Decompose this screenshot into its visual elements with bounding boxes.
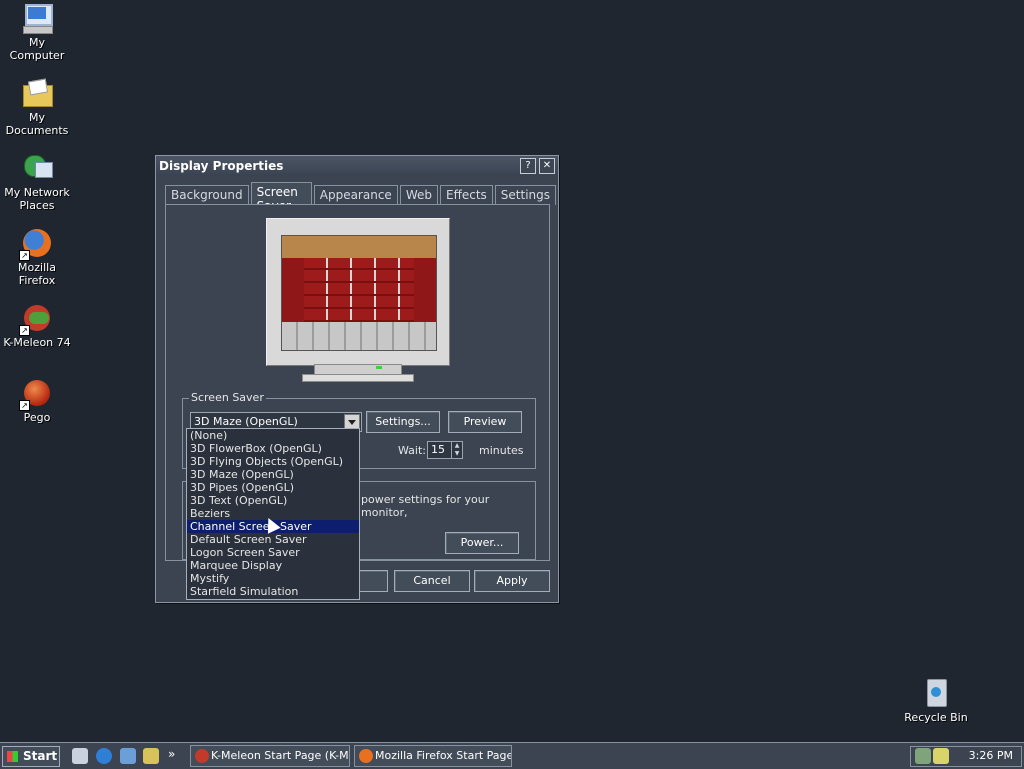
list-item[interactable]: 3D FlowerBox (OpenGL)	[187, 442, 359, 455]
quick-launch-chevron-icon[interactable]: »	[168, 747, 175, 761]
desktop-icon-label: K-Meleon 74	[3, 336, 71, 349]
k-meleon-icon	[195, 749, 209, 763]
stepper-arrows-icon[interactable]: ▲ ▼	[451, 442, 462, 458]
desktop-icon-mozilla-firefox[interactable]: ↗ Mozilla Firefox	[0, 227, 74, 287]
shortcut-arrow-icon: ↗	[19, 400, 30, 411]
help-button[interactable]: ?	[520, 158, 536, 174]
taskbar: Start » K-Meleon Start Page (K-M... Mozi…	[0, 742, 1024, 769]
task-label: K-Meleon Start Page (K-M...	[211, 749, 350, 762]
shortcut-arrow-icon: ↗	[19, 325, 30, 336]
list-item[interactable]: (None)	[187, 429, 359, 442]
k-meleon-icon: ↗	[19, 302, 53, 336]
apply-button[interactable]: Apply	[474, 570, 550, 592]
taskbar-item-k-meleon[interactable]: K-Meleon Start Page (K-M...	[190, 745, 350, 767]
tab-strip: Background Screen Saver Appearance Web E…	[165, 182, 558, 213]
preview-button[interactable]: Preview	[448, 411, 522, 433]
desktop-icon-my-network-places[interactable]: My Network Places	[0, 152, 74, 212]
network-tray-icon[interactable]	[915, 748, 931, 764]
start-label: Start	[23, 749, 58, 763]
desktop-icon-label: Mozilla Firefox	[18, 261, 56, 287]
taskbar-item-firefox[interactable]: Mozilla Firefox Start Page...	[354, 745, 512, 767]
computer-icon	[21, 2, 53, 34]
preview-screen	[281, 235, 437, 351]
desktop-icon-my-computer[interactable]: My Computer	[0, 2, 74, 62]
close-button[interactable]: ✕	[539, 158, 555, 174]
task-label: Mozilla Firefox Start Page...	[375, 749, 512, 762]
desktop-icon-recycle-bin[interactable]: Recycle Bin	[899, 677, 973, 724]
list-item[interactable]: Mystify	[187, 572, 359, 585]
firefox-icon	[359, 749, 373, 763]
internet-explorer-icon[interactable]	[96, 748, 112, 764]
monitor-preview	[266, 218, 450, 366]
wait-value: 15	[431, 443, 445, 456]
monitor-base	[302, 374, 414, 382]
windows-logo-icon	[7, 751, 18, 762]
list-item[interactable]: Marquee Display	[187, 559, 359, 572]
desktop-icon-label: My Computer	[9, 36, 65, 62]
tab-web[interactable]: Web	[399, 185, 438, 205]
power-description: power settings for your monitor,	[361, 493, 490, 519]
desktop-icon-my-documents[interactable]: My Documents	[0, 77, 74, 137]
search-icon[interactable]	[143, 748, 159, 764]
list-item[interactable]: 3D Text (OpenGL)	[187, 494, 359, 507]
firefox-icon: ↗	[19, 227, 53, 261]
tab-settings[interactable]: Settings	[494, 185, 556, 205]
dialog-titlebar[interactable]: Display Properties ? ✕	[156, 156, 558, 176]
system-tray: 3:26 PM	[910, 746, 1022, 767]
volume-tray-icon[interactable]	[933, 748, 949, 764]
pego-icon: ↗	[19, 377, 53, 411]
list-item[interactable]: Default Screen Saver	[187, 533, 359, 546]
screen-saver-selected-value: 3D Maze (OpenGL)	[194, 415, 298, 428]
wait-minutes-stepper[interactable]: 15 ▲ ▼	[427, 441, 463, 459]
shortcut-arrow-icon: ↗	[19, 250, 30, 261]
tab-screen-saver[interactable]: Screen Saver	[250, 182, 312, 213]
maze-brick-wall	[304, 258, 414, 322]
dialog-title: Display Properties	[159, 159, 284, 173]
outlook-express-icon[interactable]	[120, 748, 136, 764]
recycle-bin-icon	[920, 677, 952, 709]
tab-background[interactable]: Background	[165, 185, 249, 205]
screen-saver-dropdown-list: (None) 3D FlowerBox (OpenGL) 3D Flying O…	[186, 428, 360, 600]
tab-effects[interactable]: Effects	[439, 185, 493, 205]
wait-unit-label: minutes	[479, 444, 524, 457]
desktop-icon-label: Recycle Bin	[904, 711, 968, 724]
monitor-power-led	[376, 366, 382, 369]
show-desktop-icon[interactable]	[72, 748, 88, 764]
start-button[interactable]: Start	[2, 746, 60, 767]
screen-saver-group-label: Screen Saver	[189, 391, 266, 404]
desktop-icon-label: Pego	[23, 411, 51, 424]
list-item[interactable]: 3D Maze (OpenGL)	[187, 468, 359, 481]
power-button[interactable]: Power...	[445, 532, 519, 554]
cancel-button[interactable]: Cancel	[394, 570, 470, 592]
clock: 3:26 PM	[968, 749, 1013, 762]
list-item[interactable]: Starfield Simulation	[187, 585, 359, 598]
desktop-icon-label: My Documents	[5, 111, 69, 137]
desktop-icon-pego[interactable]: ↗ Pego	[0, 377, 74, 424]
tab-appearance[interactable]: Appearance	[313, 185, 398, 205]
folder-documents-icon	[21, 77, 53, 109]
settings-button[interactable]: Settings...	[366, 411, 440, 433]
desktop-icon-label: My Network Places	[4, 186, 70, 212]
wait-label: Wait:	[398, 444, 426, 457]
list-item[interactable]: 3D Pipes (OpenGL)	[187, 481, 359, 494]
list-item[interactable]: Logon Screen Saver	[187, 546, 359, 559]
desktop-icon-k-meleon[interactable]: ↗ K-Meleon 74	[0, 302, 74, 349]
list-item[interactable]: 3D Flying Objects (OpenGL)	[187, 455, 359, 468]
network-icon	[21, 152, 53, 184]
